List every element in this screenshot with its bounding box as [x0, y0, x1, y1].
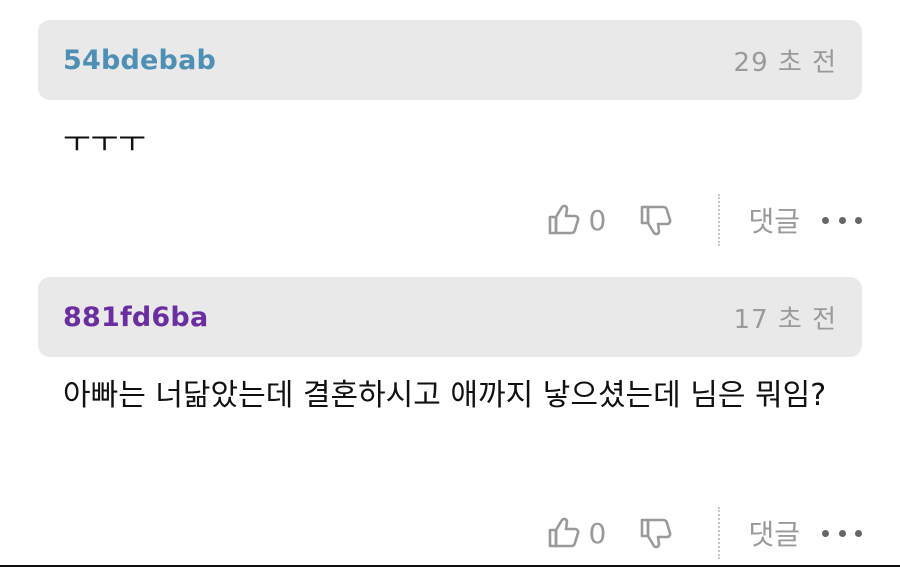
actions-divider [718, 194, 721, 246]
thumbs-up-icon[interactable] [546, 202, 582, 238]
comment-item: 881fd6ba 17 초 전 아빠는 너닮았는데 결혼하시고 애까지 낳으셨는… [38, 277, 862, 559]
comment-text: ㅜㅜㅜ [63, 125, 146, 160]
reply-button[interactable]: 댓글 [748, 200, 800, 240]
thumbs-down-icon[interactable] [638, 515, 674, 551]
thumbs-up-icon[interactable] [546, 515, 582, 551]
thumbs-down-icon[interactable] [638, 202, 674, 238]
like-count: 0 [588, 516, 607, 550]
actions-divider [718, 507, 721, 559]
comment-header: 881fd6ba 17 초 전 [38, 277, 862, 357]
more-dots-icon[interactable] [822, 527, 862, 539]
comment-timestamp: 29 초 전 [733, 47, 837, 78]
comment-username[interactable]: 881fd6ba [63, 302, 208, 333]
comment-username[interactable]: 54bdebab [63, 45, 216, 76]
comment-list: 54bdebab 29 초 전 ㅜㅜㅜ 0 댓글 881fd6ba 17 초 전… [0, 0, 900, 567]
comment-actions: 0 댓글 [546, 192, 862, 248]
reply-button[interactable]: 댓글 [748, 513, 800, 553]
comment-text: 아빠는 너닮았는데 결혼하시고 애까지 낳으셨는데 님은 뭐임? [63, 378, 827, 413]
comment-timestamp: 17 초 전 [733, 304, 837, 335]
like-count: 0 [588, 203, 607, 237]
more-dots-icon[interactable] [822, 214, 862, 226]
comment-header: 54bdebab 29 초 전 [38, 20, 862, 100]
comment-item: 54bdebab 29 초 전 ㅜㅜㅜ 0 댓글 [38, 20, 862, 246]
comment-actions: 0 댓글 [546, 505, 862, 561]
